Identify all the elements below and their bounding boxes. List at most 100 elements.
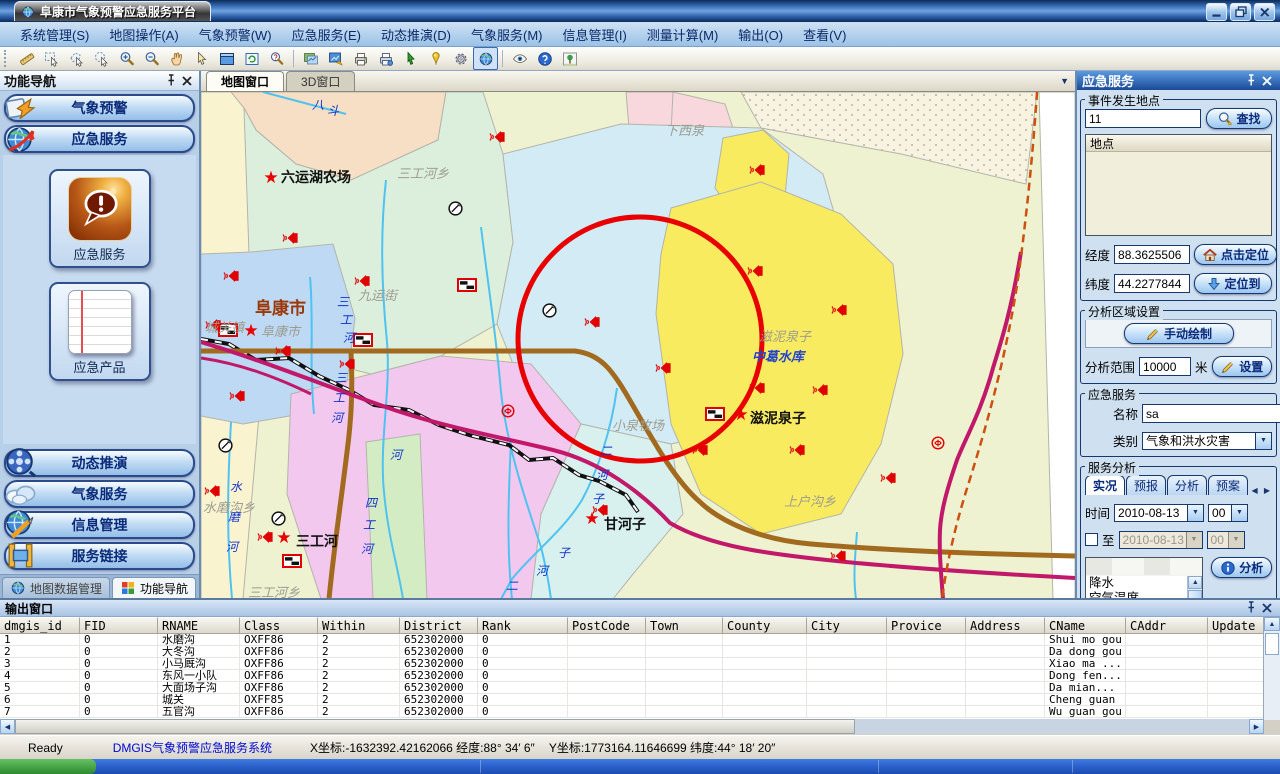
menu-measurement[interactable]: 测量计算(M)	[637, 23, 729, 46]
eye-button[interactable]	[507, 47, 532, 70]
tab-plan[interactable]: 预案	[1208, 475, 1248, 495]
column-header[interactable]: Within	[318, 617, 400, 634]
service-type-select[interactable]: 气象和洪水灾害 ▼	[1142, 432, 1272, 450]
sidebar-item-info-management[interactable]: 信息管理	[4, 511, 195, 539]
map-canvas[interactable]: ★★★★★ 六运湖农场三工河乡下西泉九运街阜康市城关镇阜康市滋泥泉子中葛水库滋泥…	[201, 92, 1075, 599]
table-row[interactable]: 60城关OXFF8526523020000Cheng guan	[0, 694, 1264, 706]
event-search-input[interactable]	[1085, 109, 1201, 128]
table-row[interactable]: 30小马厩沟OXFF8626523020000Xiao ma ...	[0, 658, 1264, 670]
list-scrollbar[interactable]: ▲	[1187, 576, 1202, 598]
export-map-button[interactable]	[323, 47, 348, 70]
to-checkbox[interactable]	[1085, 533, 1098, 546]
column-header[interactable]: dmgis_id	[0, 617, 80, 634]
pointer-button[interactable]	[189, 47, 214, 70]
menu-view[interactable]: 查看(V)	[793, 23, 856, 46]
pan-button[interactable]	[164, 47, 189, 70]
star-marker-icon[interactable]: ★	[584, 509, 599, 528]
pushpin-icon[interactable]	[1243, 601, 1259, 616]
zoom-out-button[interactable]	[139, 47, 164, 70]
list-item[interactable]: 降水	[1086, 576, 1202, 591]
star-marker-icon[interactable]: ★	[263, 168, 278, 187]
sidebar-item-dynamic-simulation[interactable]: 动态推演	[4, 449, 195, 477]
scroll-thumb[interactable]	[1265, 633, 1279, 655]
help-button[interactable]	[532, 47, 557, 70]
chevron-down-icon[interactable]: ▼	[1255, 433, 1271, 449]
scroll-right-icon[interactable]: ▶	[1249, 719, 1264, 734]
zoom-in-button[interactable]	[114, 47, 139, 70]
close-button[interactable]	[1254, 3, 1275, 21]
list-item[interactable]: 空气温度	[1086, 591, 1202, 598]
print-setup-button[interactable]	[373, 47, 398, 70]
restore-button[interactable]	[1230, 3, 1251, 21]
mine-symbol-icon[interactable]	[272, 512, 285, 525]
latitude-field[interactable]	[1114, 274, 1190, 293]
gear-button[interactable]	[448, 47, 473, 70]
emergency-service-button[interactable]: 应急服务	[49, 169, 151, 268]
station-sign-icon[interactable]	[458, 279, 476, 291]
menu-output[interactable]: 输出(O)	[728, 23, 793, 46]
sidebar-item-weather-service[interactable]: 气象服务	[4, 480, 195, 508]
location-list[interactable]: 地点	[1085, 134, 1272, 236]
station-sign-icon[interactable]	[354, 334, 372, 346]
date-select[interactable]: 2010-08-13▼	[1114, 504, 1204, 522]
mine-symbol-icon[interactable]	[543, 304, 556, 317]
station-sign-icon[interactable]	[706, 408, 724, 420]
column-header[interactable]: CAddr	[1126, 617, 1208, 634]
range-field[interactable]	[1139, 357, 1191, 376]
column-header[interactable]: FID	[80, 617, 158, 634]
star-marker-icon[interactable]: ★	[243, 321, 258, 340]
globe-button[interactable]	[473, 47, 498, 70]
hour-select[interactable]: 00▼	[1208, 504, 1248, 522]
table-row[interactable]: 50大面场子沟OXFF8626523020000Da mian...	[0, 682, 1264, 694]
sidebar-item-emergency-service[interactable]: 应急服务	[4, 125, 195, 153]
manual-draw-button[interactable]: 手动绘制	[1124, 323, 1234, 344]
place-pin-button[interactable]	[423, 47, 448, 70]
layers-button[interactable]	[298, 47, 323, 70]
taskbar[interactable]	[0, 759, 1280, 774]
pushpin-icon[interactable]	[163, 73, 179, 88]
menu-map-ops[interactable]: 地图操作(A)	[99, 23, 188, 46]
menu-weather-service[interactable]: 气象服务(M)	[461, 23, 553, 46]
column-header[interactable]: RNAME	[158, 617, 240, 634]
column-header[interactable]: PostCode	[568, 617, 646, 634]
table-vertical-scrollbar[interactable]: ▲	[1263, 617, 1280, 720]
scroll-thumb[interactable]	[15, 719, 855, 734]
sidebar-item-weather-warning[interactable]: 气象预警	[4, 94, 195, 122]
tab-live[interactable]: 实况	[1085, 475, 1125, 495]
pushpin-icon[interactable]	[1243, 73, 1259, 88]
select-rect-button[interactable]	[39, 47, 64, 70]
star-marker-icon[interactable]: ★	[733, 405, 748, 424]
table-row[interactable]: 20大冬沟OXFF8626523020000Da dong gou	[0, 646, 1264, 658]
longitude-field[interactable]	[1114, 245, 1190, 264]
chevron-down-icon[interactable]: ▼	[1060, 76, 1069, 86]
locate-to-button[interactable]: 定位到	[1194, 273, 1272, 294]
menu-emergency-service[interactable]: 应急服务(E)	[282, 23, 371, 46]
scroll-track[interactable]	[855, 719, 1249, 734]
close-icon[interactable]	[1259, 73, 1275, 88]
mine-symbol-icon[interactable]	[449, 202, 462, 215]
table-row[interactable]: 70五官沟OXFF8626523020000Wu guan gou	[0, 706, 1264, 718]
menu-system[interactable]: 系统管理(S)	[10, 23, 99, 46]
close-icon[interactable]	[179, 73, 195, 88]
table-row[interactable]: 40东风一小队OXFF8626523020000Dong fen...	[0, 670, 1264, 682]
to-date-select[interactable]: 2010-08-13▼	[1119, 531, 1203, 549]
mine-symbol-icon[interactable]	[219, 439, 232, 452]
print-button[interactable]	[348, 47, 373, 70]
minimize-button[interactable]	[1206, 3, 1227, 21]
menu-weather-warning[interactable]: 气象预警(W)	[189, 23, 282, 46]
menu-info-management[interactable]: 信息管理(I)	[553, 23, 637, 46]
parameter-list[interactable]: 降水 空气温度 ▲	[1085, 557, 1203, 598]
scroll-thumb[interactable]	[1188, 590, 1202, 598]
column-header[interactable]: Rank	[478, 617, 568, 634]
service-name-field[interactable]	[1142, 404, 1280, 423]
tab-map-window[interactable]: 地图窗口	[206, 71, 284, 91]
taskbar-start-segment[interactable]	[0, 759, 96, 774]
search-button[interactable]: 查找	[1206, 108, 1272, 129]
full-extent-button[interactable]	[214, 47, 239, 70]
green-pointer-button[interactable]	[398, 47, 423, 70]
tab-forecast[interactable]: 预报	[1126, 475, 1166, 495]
close-icon[interactable]	[1259, 601, 1275, 616]
column-header[interactable]: District	[400, 617, 478, 634]
emergency-product-button[interactable]: 应急产品	[49, 282, 151, 381]
analyze-button[interactable]: 分析	[1211, 557, 1272, 578]
